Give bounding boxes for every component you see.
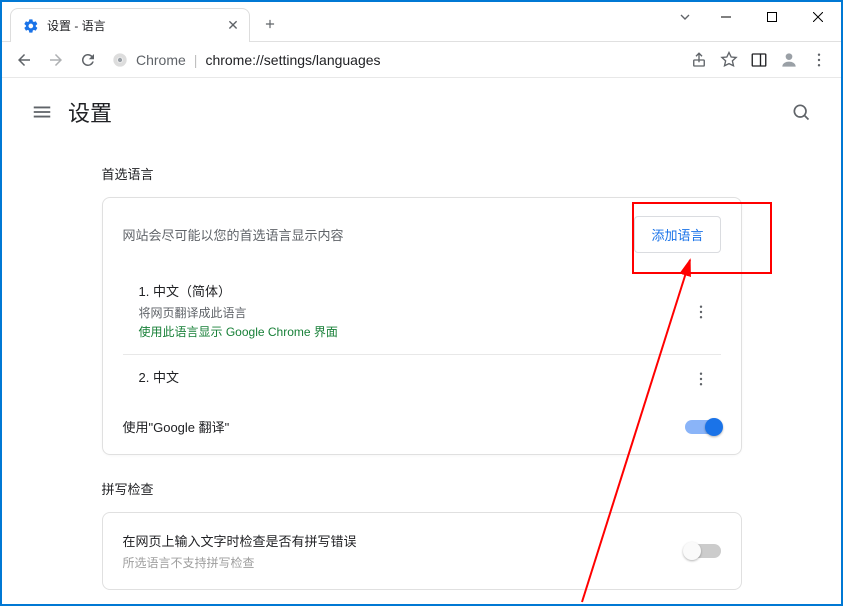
spellcheck-subtitle: 所选语言不支持拼写检查: [123, 554, 357, 571]
settings-content: 首选语言 网站会尽可能以您的首选语言显示内容 添加语言 1. 中文（简体） 将网…: [82, 164, 762, 590]
side-panel-icon[interactable]: [745, 46, 773, 74]
language-name: 2. 中文: [139, 367, 689, 386]
tab-close-icon[interactable]: ✕: [225, 18, 241, 34]
menu-icon[interactable]: [22, 92, 62, 132]
forward-button[interactable]: [42, 46, 70, 74]
language-item: 1. 中文（简体） 将网页翻译成此语言 使用此语言显示 Google Chrom…: [123, 269, 721, 355]
language-name: 1. 中文（简体）: [139, 281, 689, 300]
language-display-label: 使用此语言显示 Google Chrome 界面: [139, 323, 689, 340]
add-language-button[interactable]: 添加语言: [634, 216, 720, 253]
new-tab-button[interactable]: [256, 10, 284, 38]
profile-icon[interactable]: [775, 46, 803, 74]
preferred-languages-label: 首选语言: [102, 164, 742, 183]
spellcheck-title: 在网页上输入文字时检查是否有拼写错误: [123, 531, 357, 550]
gear-icon: [23, 18, 39, 34]
page-header: 设置: [2, 78, 841, 146]
close-button[interactable]: [795, 2, 841, 32]
search-icon[interactable]: [781, 92, 821, 132]
share-icon[interactable]: [685, 46, 713, 74]
language-translate-label: 将网页翻译成此语言: [139, 304, 689, 321]
toolbar: Chrome | chrome://settings/languages: [2, 42, 841, 78]
minimize-button[interactable]: [703, 2, 749, 32]
spellcheck-toggle: [685, 544, 721, 558]
omnibox-url: chrome://settings/languages: [205, 52, 380, 68]
preferred-languages-description: 网站会尽可能以您的首选语言显示内容: [123, 225, 344, 244]
language-more-icon[interactable]: [689, 300, 713, 324]
address-bar[interactable]: Chrome | chrome://settings/languages: [112, 46, 675, 74]
tab-title: 设置 - 语言: [47, 17, 225, 34]
more-icon[interactable]: [805, 46, 833, 74]
spellcheck-label: 拼写检查: [102, 479, 742, 498]
back-button[interactable]: [10, 46, 38, 74]
google-translate-label: 使用"Google 翻译": [123, 417, 230, 436]
preferred-languages-card: 网站会尽可能以您的首选语言显示内容 添加语言 1. 中文（简体） 将网页翻译成此…: [102, 197, 742, 455]
spellcheck-card: 在网页上输入文字时检查是否有拼写错误 所选语言不支持拼写检查: [102, 512, 742, 590]
window-controls: [667, 2, 841, 32]
google-translate-toggle[interactable]: [685, 420, 721, 434]
omnibox-prefix: Chrome: [136, 52, 186, 68]
bookmark-icon[interactable]: [715, 46, 743, 74]
maximize-button[interactable]: [749, 2, 795, 32]
titlebar: 设置 - 语言 ✕: [2, 2, 841, 42]
browser-tab[interactable]: 设置 - 语言 ✕: [10, 8, 250, 42]
reload-button[interactable]: [74, 46, 102, 74]
language-more-icon[interactable]: [689, 367, 713, 391]
language-item: 2. 中文: [123, 355, 721, 403]
page-title: 设置: [68, 96, 112, 128]
chrome-product-icon: [112, 52, 128, 68]
tabs-dropdown-icon[interactable]: [667, 2, 703, 32]
omnibox-separator: |: [194, 52, 198, 68]
language-list: 1. 中文（简体） 将网页翻译成此语言 使用此语言显示 Google Chrom…: [103, 261, 741, 403]
